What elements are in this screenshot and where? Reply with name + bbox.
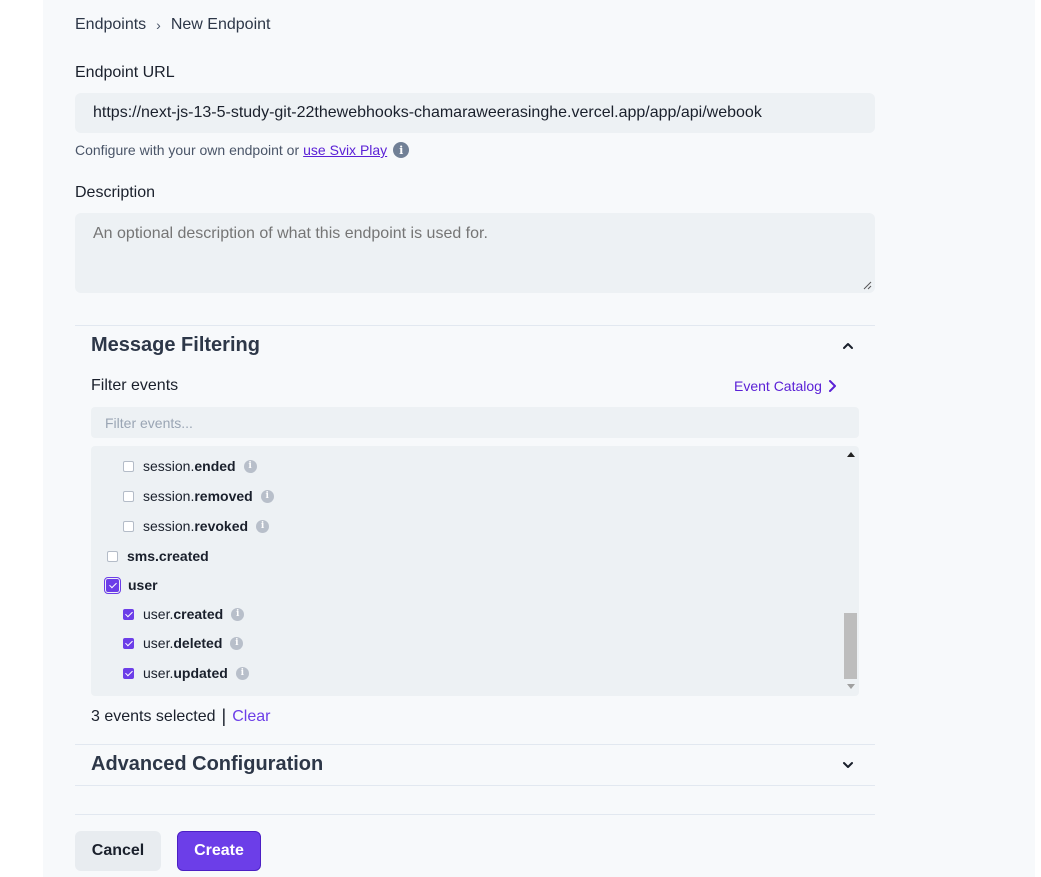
event-session-revoked[interactable]: session.revoked i xyxy=(123,518,270,534)
checkbox-checked[interactable] xyxy=(123,637,134,649)
checkbox-checked[interactable] xyxy=(123,667,134,679)
checkbox[interactable] xyxy=(123,490,134,502)
endpoint-url-label: Endpoint URL xyxy=(75,64,175,81)
filter-events-label: Filter events xyxy=(91,377,179,394)
chevron-right-icon xyxy=(828,380,836,392)
selected-count: 3 events selected xyxy=(91,707,216,725)
section-divider xyxy=(75,744,875,745)
clear-selection-link[interactable]: Clear xyxy=(232,708,270,726)
breadcrumb-endpoints-link[interactable]: Endpoints xyxy=(75,16,146,34)
checkbox-checked[interactable] xyxy=(104,576,121,594)
info-icon[interactable]: i xyxy=(243,459,257,473)
checkbox[interactable] xyxy=(123,520,134,532)
create-button[interactable]: Create xyxy=(177,831,261,871)
filter-events-input[interactable]: Filter events... xyxy=(91,407,859,438)
cancel-button[interactable]: Cancel xyxy=(75,831,161,871)
chevron-up-icon[interactable] xyxy=(840,338,856,354)
event-session-ended[interactable]: session.ended i xyxy=(123,458,257,474)
svix-play-link[interactable]: use Svix Play xyxy=(303,142,387,158)
description-label: Description xyxy=(75,184,156,201)
breadcrumb-separator: › xyxy=(156,17,161,33)
checkbox[interactable] xyxy=(123,460,134,472)
event-user-created[interactable]: user.created i xyxy=(123,606,245,622)
event-user-updated[interactable]: user.updated i xyxy=(123,665,249,681)
description-textarea[interactable] xyxy=(75,213,875,293)
advanced-configuration-title[interactable]: Advanced Configuration xyxy=(91,753,323,776)
endpoint-url-input[interactable]: https://next-js-13-5-study-git-22thewebh… xyxy=(75,93,875,133)
event-session-removed[interactable]: session.removed i xyxy=(123,488,274,504)
section-divider xyxy=(75,785,875,786)
event-catalog-link[interactable]: Event Catalog xyxy=(734,378,838,394)
chevron-down-icon[interactable] xyxy=(840,757,856,773)
info-icon[interactable]: i xyxy=(231,607,245,621)
info-icon[interactable]: i xyxy=(393,142,410,158)
selected-events-summary: 3 events selected | Clear xyxy=(91,706,270,727)
info-icon[interactable]: i xyxy=(260,489,274,503)
section-divider xyxy=(75,325,875,326)
helper-text: Configure with your own endpoint or xyxy=(75,142,300,158)
scroll-down-arrow-icon[interactable] xyxy=(847,684,855,689)
scrollbar-thumb[interactable] xyxy=(844,613,857,679)
checkbox-checked[interactable] xyxy=(123,608,134,620)
event-group-user[interactable]: user xyxy=(104,576,158,594)
event-user-deleted[interactable]: user.deleted i xyxy=(123,635,244,651)
scroll-up-arrow-icon[interactable] xyxy=(847,452,855,457)
breadcrumb: Endpoints › New Endpoint xyxy=(75,16,270,34)
info-icon[interactable]: i xyxy=(256,519,270,533)
info-icon[interactable]: i xyxy=(230,636,244,650)
event-catalog-label: Event Catalog xyxy=(734,378,822,394)
events-list[interactable] xyxy=(91,446,859,696)
event-group-sms-created[interactable]: sms.created xyxy=(107,548,209,564)
checkbox[interactable] xyxy=(107,550,118,562)
message-filtering-title[interactable]: Message Filtering xyxy=(91,334,260,357)
endpoint-url-helper: Configure with your own endpoint or use … xyxy=(75,142,410,158)
breadcrumb-current: New Endpoint xyxy=(170,16,271,33)
footer-divider xyxy=(75,814,875,815)
summary-divider: | xyxy=(221,706,227,726)
resize-grip-icon[interactable] xyxy=(862,280,872,290)
info-icon[interactable]: i xyxy=(235,666,249,680)
